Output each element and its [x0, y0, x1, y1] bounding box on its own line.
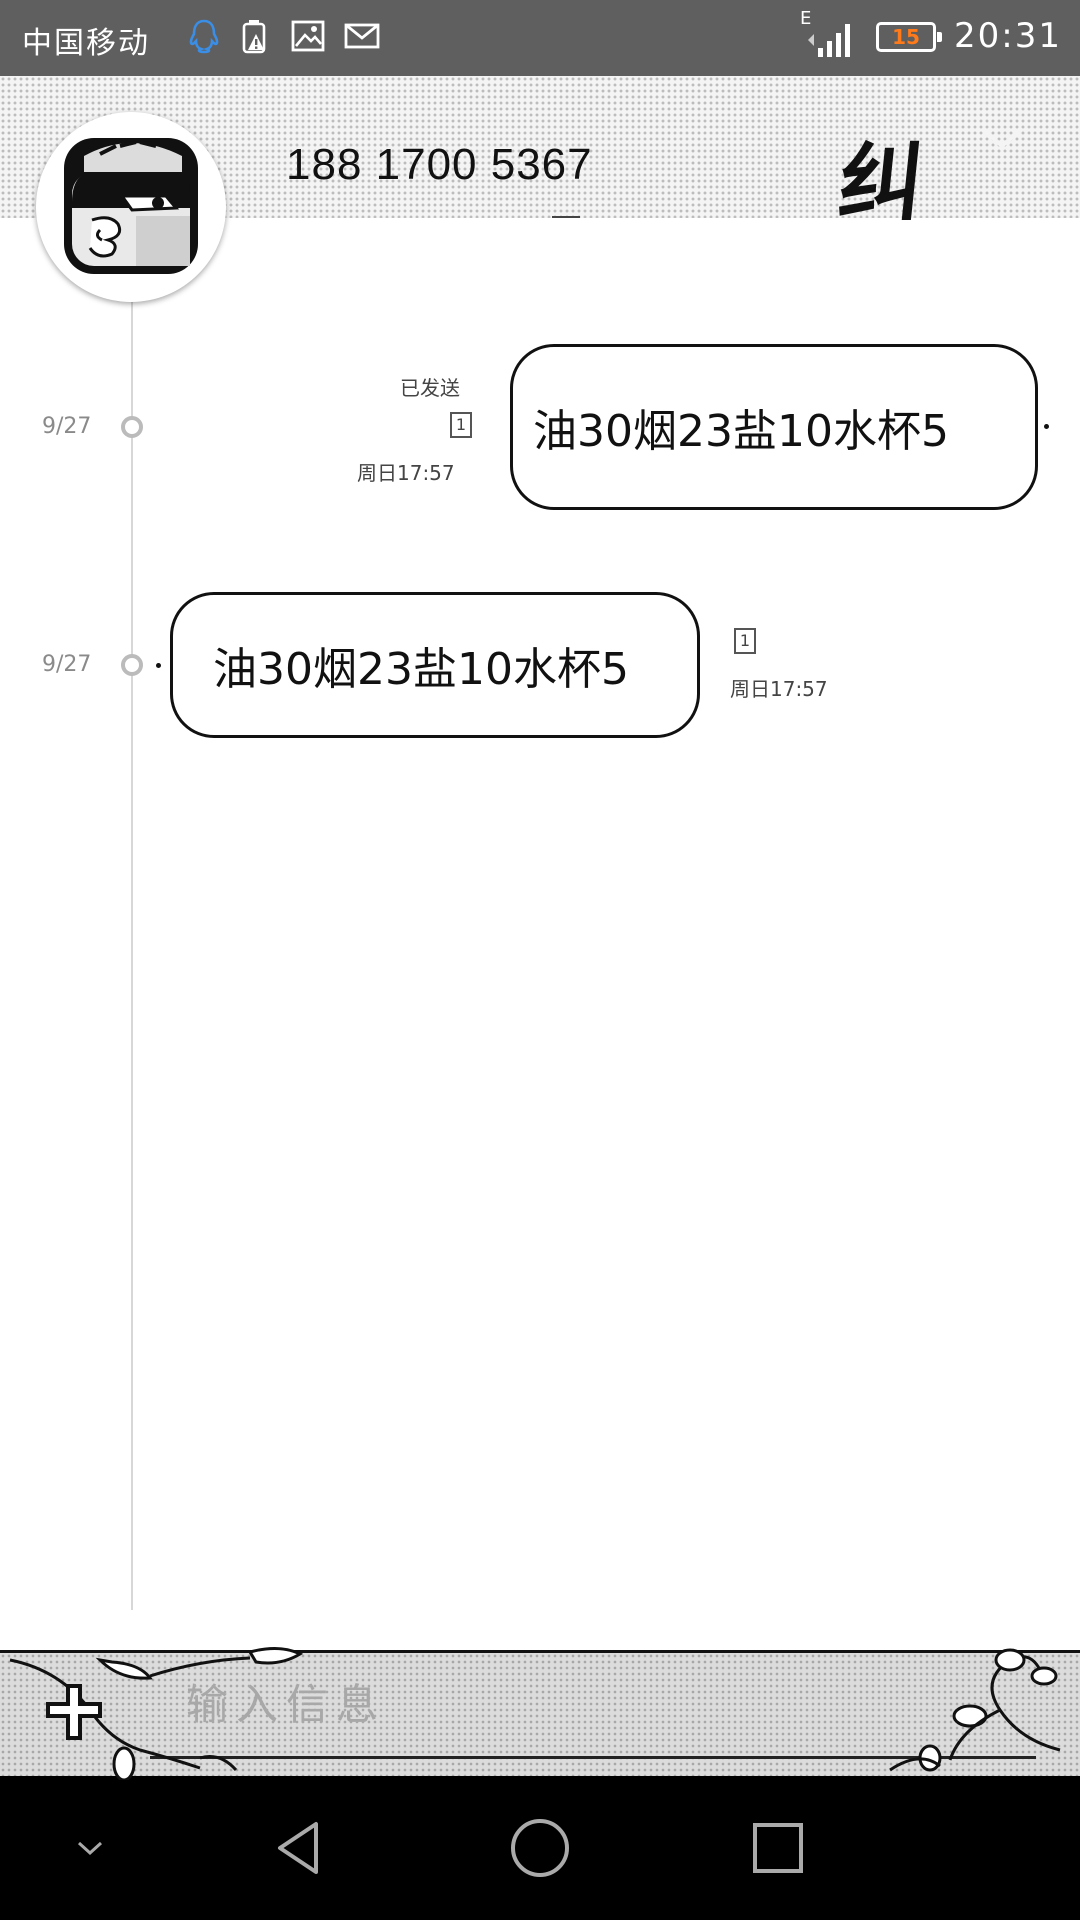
- sim-card-icon: 1: [450, 412, 472, 438]
- message-time: 周日17:57: [730, 677, 828, 701]
- carrier-name: 中国移动: [22, 26, 150, 61]
- message-text: 油30烟23盐10水杯5: [213, 644, 629, 695]
- recents-button[interactable]: [728, 1776, 828, 1920]
- qq-icon: [189, 19, 219, 54]
- vine-decoration: [889, 1648, 1061, 1772]
- home-button[interactable]: [490, 1776, 590, 1920]
- signal-icon: [808, 24, 850, 57]
- message-indicator-dot: [156, 663, 161, 668]
- status-bar: 中国移动 E 15 20:31: [0, 0, 1080, 76]
- message-date: 9/27: [42, 414, 92, 439]
- message-indicator-dot: [1044, 424, 1049, 429]
- battery-warning-icon: [242, 20, 266, 54]
- status-time: 20:31: [954, 16, 1062, 56]
- plus-icon[interactable]: [44, 1682, 104, 1742]
- message-status: 已发送: [400, 376, 460, 400]
- message-text: 油30烟23盐10水杯5: [533, 406, 949, 457]
- sim-card-icon: 1: [734, 628, 756, 654]
- contact-avatar[interactable]: [36, 112, 226, 302]
- navigation-bar: [0, 1776, 1080, 1920]
- back-button[interactable]: [250, 1776, 350, 1920]
- timeline-dot: [121, 416, 143, 438]
- image-icon: [291, 20, 325, 52]
- battery-icon: 15: [876, 22, 942, 52]
- cartoon-avatar-icon: [64, 138, 198, 274]
- home-icon: [511, 1819, 569, 1877]
- recents-icon: [753, 1823, 803, 1873]
- chevron-down-icon[interactable]: [980, 124, 1024, 152]
- battery-level: 15: [892, 25, 920, 49]
- message-time: 周日17:57: [357, 461, 455, 485]
- timeline-dot: [121, 654, 143, 676]
- chevron-down-icon: [77, 1841, 103, 1856]
- header-divider: [552, 216, 580, 218]
- message-bubble-sent[interactable]: 油30烟23盐10水杯5: [510, 344, 1038, 510]
- contact-tag: 纠: [834, 134, 929, 232]
- back-icon: [278, 1822, 318, 1874]
- message-bubble-received[interactable]: 油30烟23盐10水杯5: [170, 592, 700, 738]
- timeline-line: [131, 300, 133, 1610]
- contact-phone-number: 188 1700 5367: [286, 140, 593, 189]
- message-date: 9/27: [42, 652, 92, 677]
- hide-nav-button[interactable]: [50, 1776, 130, 1920]
- mail-icon: [344, 23, 380, 49]
